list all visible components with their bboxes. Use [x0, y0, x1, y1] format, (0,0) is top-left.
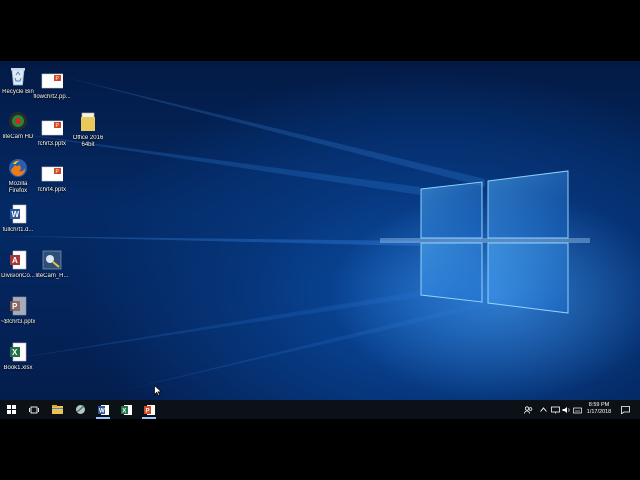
people-icon [523, 405, 532, 414]
taskbar-clock[interactable]: 8:59 PM 1/17/2018 [583, 402, 615, 416]
book1-shortcut[interactable]: X Book1.xlsx [0, 341, 40, 372]
powerpoint-file-icon: P [41, 70, 63, 92]
word-file-icon: W [7, 203, 29, 225]
fullchrt1-shortcut[interactable]: W fullchrt1.d... [0, 203, 40, 234]
network-icon [550, 406, 560, 413]
show-hidden-icons-button[interactable] [538, 400, 548, 419]
chevron-up-icon [539, 407, 547, 412]
icon-label: ~$fchrt3.pptx [0, 319, 36, 325]
volume-icon [562, 406, 570, 413]
icon-label: fchrt3.pptx [37, 141, 66, 147]
litecam-icon [7, 110, 29, 132]
icon-label: fchrt4.pptx [37, 187, 66, 193]
svg-text:X: X [122, 408, 126, 414]
desktop[interactable]: Recycle Bin P flowchrt2.pp... liteCam HD… [0, 61, 640, 400]
svg-text:X: X [12, 348, 18, 357]
mouse-cursor-icon [154, 385, 162, 396]
icon-label: flowchrt2.pp... [33, 94, 71, 100]
icon-label: liteCam HD [2, 134, 34, 140]
powerpoint-icon: P [143, 404, 155, 415]
task-view-button[interactable] [24, 400, 44, 419]
fchrt4-shortcut[interactable]: P fchrt4.pptx [30, 163, 74, 194]
folder-icon [77, 111, 99, 133]
keyboard-icon [572, 407, 582, 413]
temp-powerpoint-file-icon: P [7, 295, 29, 317]
word-taskbar-button[interactable]: W [93, 400, 113, 419]
icon-label: Office 2016 64bit [72, 135, 104, 148]
icon-label: Mozilla Firefox [8, 181, 28, 194]
svg-text:W: W [12, 210, 20, 219]
excel-taskbar-button[interactable]: X [116, 400, 136, 419]
access-file-icon: A [7, 249, 29, 271]
svg-text:A: A [12, 256, 18, 265]
task-view-icon [29, 406, 39, 413]
svg-text:P: P [145, 408, 149, 414]
temp-fchrt3-shortcut[interactable]: P ~$fchrt3.pptx [0, 295, 40, 326]
notification-icon [620, 405, 630, 414]
office-2016-folder[interactable]: Office 2016 64bit [66, 111, 110, 149]
clock-date: 1/17/2018 [586, 409, 612, 415]
app-taskbar-button[interactable] [70, 400, 90, 419]
recycle-bin-icon [7, 65, 29, 87]
powerpoint-taskbar-button[interactable]: P [139, 400, 159, 419]
svg-text:P: P [12, 302, 18, 311]
folder-icon [51, 405, 63, 414]
flowchrt2-shortcut[interactable]: P flowchrt2.pp... [30, 70, 74, 101]
input-indicator-button[interactable] [572, 400, 582, 419]
svg-text:W: W [99, 408, 105, 414]
litecam-installer-shortcut[interactable]: liteCam_H... [30, 249, 74, 280]
firefox-icon [7, 157, 29, 179]
icon-label: liteCam_H... [35, 273, 69, 279]
network-button[interactable] [550, 400, 560, 419]
taskbar: W X P 8:59 PM 1/17/2018 [0, 400, 640, 419]
clock-time: 8:59 PM [588, 402, 610, 408]
icon-label: Book1.xlsx [3, 365, 33, 371]
app-icon [75, 405, 85, 414]
people-button[interactable] [522, 400, 534, 419]
powerpoint-file-icon: P [41, 117, 63, 139]
volume-button[interactable] [561, 400, 571, 419]
icon-label: fullchrt1.d... [2, 227, 34, 233]
action-center-button[interactable] [618, 400, 632, 419]
excel-icon: X [120, 404, 132, 415]
powerpoint-file-icon: P [41, 163, 63, 185]
installer-icon [41, 249, 63, 271]
excel-file-icon: X [7, 341, 29, 363]
start-button[interactable] [1, 400, 21, 419]
file-explorer-button[interactable] [47, 400, 67, 419]
word-icon: W [97, 404, 109, 415]
windows-logo-icon [6, 405, 16, 414]
